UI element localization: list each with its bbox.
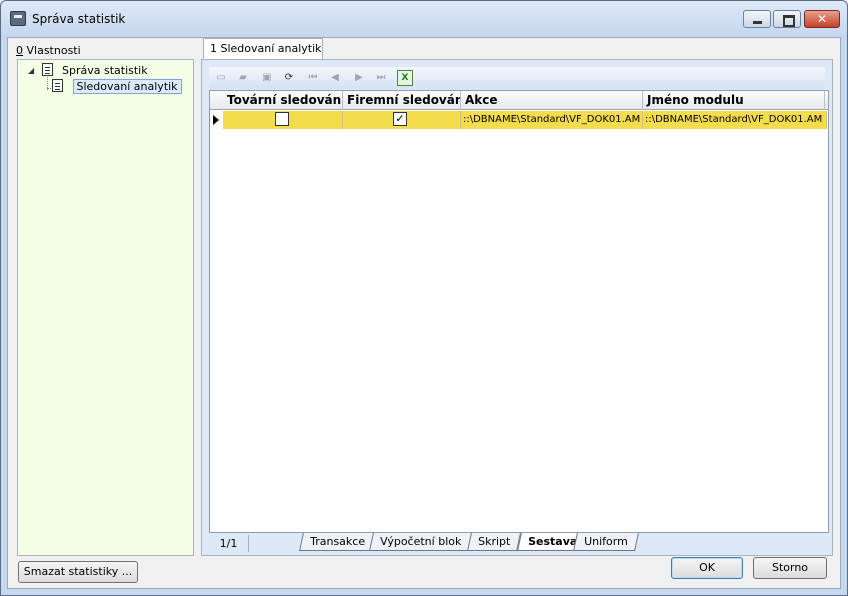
maximize-button[interactable] xyxy=(773,10,801,28)
refresh-icon[interactable]: ⟳ xyxy=(281,70,297,86)
clear-statistics-button[interactable]: Smazat statistiky ... xyxy=(18,561,138,583)
client-area: 0 Vlastnosti ◢ Správa statistik Sledovan… xyxy=(7,37,841,589)
tab-sledovani-analytik[interactable]: 1 Sledovaní analytik xyxy=(203,38,323,60)
row-indicator-icon xyxy=(210,111,223,129)
module-cell[interactable]: ::\DBNAME\Standard\VF_DOK01.AM xyxy=(643,111,827,129)
tab-skript[interactable]: Skript xyxy=(467,533,522,551)
prev-record-icon[interactable]: ◀ xyxy=(327,70,343,86)
document-icon xyxy=(41,63,53,76)
cancel-button[interactable]: Storno xyxy=(753,557,827,579)
properties-tree[interactable]: ◢ Správa statistik Sledovaní analytik xyxy=(17,59,194,556)
documents-icon xyxy=(52,79,63,92)
tree-node-label: Správa statistik xyxy=(62,64,148,77)
main-window: Správa statistik ✕ 0 Vlastnosti ◢ Správa… xyxy=(0,0,848,596)
window-title: Správa statistik xyxy=(32,12,126,26)
ok-button[interactable]: OK xyxy=(671,557,743,579)
tree-expander-icon[interactable]: ◢ xyxy=(28,63,38,79)
record-pager: 1/1 xyxy=(209,535,249,552)
factory-tracking-checkbox[interactable] xyxy=(275,112,289,126)
new-icon[interactable]: ▭ xyxy=(213,70,229,86)
title-bar[interactable]: Správa statistik ✕ xyxy=(1,1,847,37)
properties-label: 0 Vlastnosti xyxy=(16,44,81,57)
last-record-icon[interactable]: ⏭ xyxy=(373,70,389,86)
open-icon[interactable]: ▰ xyxy=(235,70,251,86)
tree-node-sprava-statistik[interactable]: ◢ Správa statistik xyxy=(28,63,148,79)
tab-uniform[interactable]: Uniform xyxy=(573,533,639,551)
tracking-grid[interactable]: Tovární sledování Firemní sledování Akce… xyxy=(209,90,829,533)
column-header-action[interactable]: Akce xyxy=(461,91,643,110)
app-icon xyxy=(10,11,26,26)
tracking-panel: ▭ ▰ ▣ ⟳ ⏮ ◀ ▶ ⏭ X Tovární sledování Fire… xyxy=(201,59,833,556)
tree-node-label: Sledovaní analytik xyxy=(72,79,182,94)
excel-export-icon[interactable]: X xyxy=(397,70,413,86)
company-tracking-cell[interactable]: ✓ xyxy=(343,111,461,129)
minimize-button[interactable] xyxy=(743,10,771,28)
grid-header: Tovární sledování Firemní sledování Akce… xyxy=(210,91,828,110)
next-record-icon[interactable]: ▶ xyxy=(351,70,367,86)
grid-statusbar: 1/1 Transakce Výpočetní blok Skript Sest… xyxy=(209,533,829,553)
grid-toolbar: ▭ ▰ ▣ ⟳ ⏮ ◀ ▶ ⏭ X xyxy=(209,67,825,89)
tab-transakce[interactable]: Transakce xyxy=(299,533,376,551)
factory-tracking-cell[interactable] xyxy=(223,111,343,129)
column-header-module[interactable]: Jméno modulu xyxy=(643,91,825,110)
first-record-icon[interactable]: ⏮ xyxy=(305,70,321,86)
company-tracking-checkbox[interactable]: ✓ xyxy=(393,112,407,126)
action-cell[interactable]: ::\DBNAME\Standard\VF_DOK01.AM xyxy=(461,111,643,129)
close-icon: ✕ xyxy=(816,12,828,26)
delete-icon[interactable]: ▣ xyxy=(259,70,275,86)
tab-vypocetni-blok[interactable]: Výpočetní blok xyxy=(369,533,473,551)
column-header-company[interactable]: Firemní sledování xyxy=(343,91,461,110)
tree-node-sledovani-analytik[interactable]: Sledovaní analytik xyxy=(52,79,182,95)
table-row[interactable]: ✓ ::\DBNAME\Standard\VF_DOK01.AM ::\DBNA… xyxy=(210,111,828,129)
column-header-factory[interactable]: Tovární sledování xyxy=(223,91,343,110)
close-button[interactable]: ✕ xyxy=(804,10,840,28)
